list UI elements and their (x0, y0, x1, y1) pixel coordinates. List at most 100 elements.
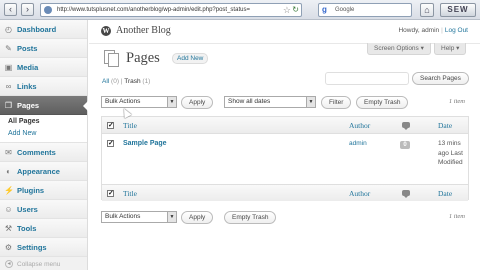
sidebar-item-links[interactable]: ∞ Links (0, 77, 87, 96)
sidebar-item-label: Media (17, 63, 39, 72)
comments-column-icon[interactable] (402, 122, 410, 130)
chevron-down-icon: ▼ (306, 97, 315, 107)
browser-toolbar: ‹ › http://www.tutsplusnet.com/anotherbl… (0, 0, 480, 20)
browser-search-placeholder: Google (335, 7, 355, 13)
status-trash-link[interactable]: Trash (124, 78, 140, 85)
sidebar-item-settings[interactable]: ⚙ Settings (0, 238, 87, 257)
user-greeting: Howdy, admin | Log Out (398, 27, 468, 34)
howdy-text: Howdy, admin (398, 27, 440, 34)
sidebar-item-label: Dashboard (17, 25, 57, 34)
select-all-checkbox-footer[interactable]: ✓ (107, 190, 114, 197)
sidebar-item-media[interactable]: ▣ Media (0, 58, 87, 77)
dates-select[interactable]: Show all dates ▼ (224, 96, 316, 108)
appearance-icon: ◐ (6, 167, 11, 176)
settings-icon: ⚙ (4, 243, 13, 252)
submenu-all-pages[interactable]: All Pages (0, 116, 87, 128)
column-title[interactable]: Title (123, 121, 137, 130)
dashboard-icon: ◴ (5, 25, 12, 34)
column-author[interactable]: Author (349, 121, 370, 130)
browser-search-field[interactable]: g Google (318, 3, 412, 17)
comments-column-icon[interactable] (402, 190, 410, 198)
sidebar-item-comments[interactable]: ✉ Comments (0, 143, 87, 162)
sidebar-item-pages[interactable]: ❐ Pages (0, 96, 88, 115)
plugins-icon: ⚡ (4, 186, 14, 195)
sidebar-item-posts[interactable]: ✎ Posts (0, 39, 87, 58)
submenu-add-new[interactable]: Add New (0, 128, 87, 140)
sidebar-item-plugins[interactable]: ⚡ Plugins (0, 181, 87, 200)
status-separator: | (120, 78, 123, 85)
bulk-actions-select-top[interactable]: Bulk Actions ▼ (101, 96, 177, 108)
search-input[interactable] (325, 72, 409, 85)
sidebar-item-tools[interactable]: ⚒ Tools (0, 219, 87, 238)
chevron-down-icon: ▼ (167, 97, 176, 107)
status-filter: All (0) | Trash (1) (102, 78, 150, 85)
column-date[interactable]: Date (438, 121, 452, 130)
back-icon[interactable]: ‹ (4, 3, 17, 16)
sidebar-item-appearance[interactable]: ◐ Appearance (0, 162, 87, 181)
logout-link[interactable]: Log Out (445, 27, 468, 34)
apply-button-top[interactable]: Apply (181, 96, 214, 109)
row-comment-count[interactable]: 0 (400, 141, 410, 149)
sidebar-item-label: Comments (17, 148, 56, 157)
sidebar-item-label: Tools (17, 224, 37, 233)
row-checkbox[interactable]: ✓ (107, 140, 114, 147)
pages-submenu: All Pages Add New (0, 115, 87, 143)
users-icon: ☺ (4, 205, 13, 214)
bookmark-star-icon[interactable]: ☆ (283, 4, 291, 16)
sidebar-item-label: Plugins (17, 186, 45, 195)
search-pages-button[interactable]: Search Pages (412, 72, 469, 85)
empty-trash-button-bottom[interactable]: Empty Trash (224, 211, 277, 224)
row-title-link[interactable]: Sample Page (123, 140, 167, 147)
item-count-top: 1 item (448, 98, 465, 105)
comments-icon: ✉ (5, 148, 12, 157)
sidebar-item-label: Settings (17, 243, 47, 252)
google-icon: g (322, 6, 331, 14)
forward-icon[interactable]: › (21, 3, 34, 16)
sidebar-item-label: Pages (17, 101, 40, 110)
column-author-footer[interactable]: Author (349, 189, 370, 198)
home-icon[interactable]: ⌂ (420, 3, 434, 17)
filter-button[interactable]: Filter (321, 96, 352, 109)
admin-sidebar: ◴ Dashboard ✎ Posts ▣ Media ∞ Links ❐ Pages A… (0, 20, 88, 270)
pages-table: ✓ Title Author Date ✓ Sample Page admin … (101, 116, 469, 201)
status-all-count: (0) (111, 78, 119, 85)
bulk-actions-select-bottom[interactable]: Bulk Actions ▼ (101, 211, 177, 223)
collapse-menu[interactable]: ◂ Collapse menu (0, 257, 87, 270)
table-header: ✓ Title Author Date (102, 117, 468, 134)
help-button[interactable]: Help ▾ (434, 43, 467, 55)
sidebar-item-dashboard[interactable]: ◴ Dashboard (0, 20, 87, 39)
page-title: Pages (126, 50, 160, 66)
wordpress-logo-icon: W (101, 26, 111, 36)
status-all-link[interactable]: All (102, 78, 109, 85)
column-title-footer[interactable]: Title (123, 189, 137, 198)
select-all-checkbox[interactable]: ✓ (107, 122, 114, 129)
tools-icon: ⚒ (4, 224, 13, 233)
sidebar-item-users[interactable]: ☺ Users (0, 200, 87, 219)
address-bar[interactable]: http://www.tutsplusnet.com/anotherblog/w… (40, 3, 302, 17)
bulk-actions-value: Bulk Actions (105, 213, 141, 220)
empty-trash-button-top[interactable]: Empty Trash (356, 96, 409, 109)
pages-icon: ❐ (4, 101, 13, 110)
add-new-button[interactable]: Add New (172, 53, 209, 64)
links-icon: ∞ (5, 82, 12, 91)
apply-button-bottom[interactable]: Apply (181, 211, 214, 224)
row-date: 13 mins ago Last Modified (438, 140, 463, 166)
bulk-actions-value: Bulk Actions (105, 98, 141, 105)
screen-options-button[interactable]: Screen Options ▾ (367, 43, 431, 55)
collapse-menu-label: Collapse menu (17, 261, 61, 268)
item-count-bottom: 1 item (448, 213, 465, 220)
column-date-footer[interactable]: Date (438, 189, 452, 198)
admin-header: W Another Blog Howdy, admin | Log Out (89, 20, 480, 44)
site-favicon-icon (44, 6, 52, 14)
sidebar-item-label: Appearance (17, 167, 60, 176)
dates-value: Show all dates (228, 98, 271, 105)
pages-icon (103, 49, 120, 67)
reload-icon[interactable]: ↻ (292, 4, 299, 16)
table-row: ✓ Sample Page admin 0 13 mins ago Last M… (102, 135, 468, 184)
row-author-link[interactable]: admin (349, 140, 367, 147)
sidebar-item-label: Posts (17, 44, 38, 53)
table-footer: ✓ Title Author Date (102, 184, 468, 201)
collapse-arrow-icon: ◂ (5, 260, 13, 268)
site-title[interactable]: Another Blog (116, 25, 171, 36)
extension-button[interactable]: SEW (440, 3, 476, 17)
